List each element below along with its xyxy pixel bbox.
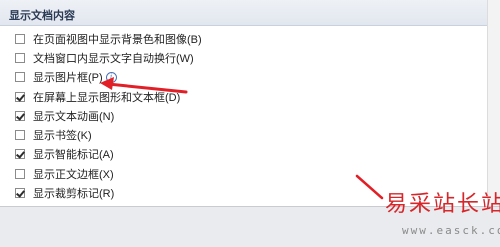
watermark-text: 易采站长站 — [385, 192, 500, 217]
watermark: 易采站长站 www.easck.com — [382, 186, 500, 244]
options-panel: 显示文档内容 在页面视图中显示背景色和图像(B) 文档窗口内显示文字自动换行(W… — [0, 0, 500, 247]
annotation-arrow-head-icon — [100, 77, 114, 90]
watermark-url: www.easck.com — [402, 224, 500, 237]
annotation-stroke-icon — [355, 174, 384, 200]
annotation-arrow-icon — [106, 82, 188, 94]
